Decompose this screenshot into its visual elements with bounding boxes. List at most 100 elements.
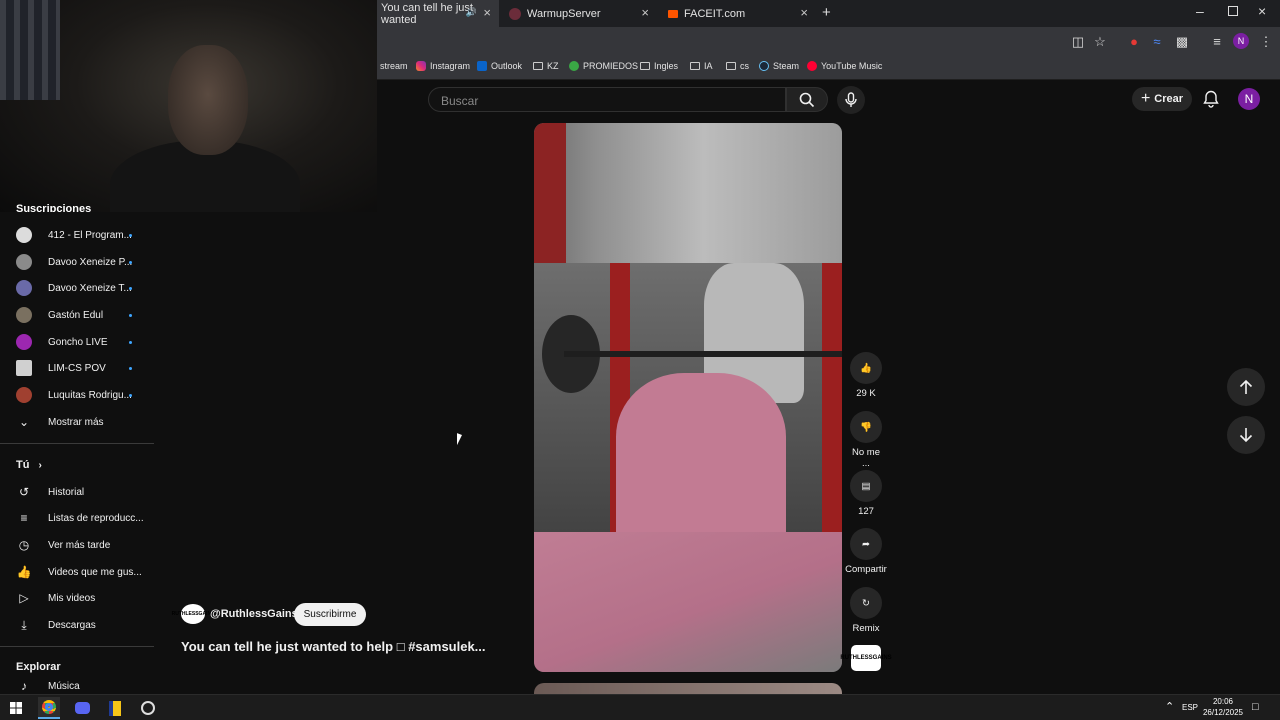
remix-label: Remix: [852, 623, 880, 634]
extension-blue-icon[interactable]: ≈: [1149, 34, 1165, 49]
tab-youtube-short[interactable]: You can tell he just wanted 🔊 ×: [377, 0, 499, 27]
close-window-icon[interactable]: ×: [1258, 3, 1266, 19]
bookmark-stream[interactable]: stream: [380, 61, 408, 71]
channel-thumbnail[interactable]: RUTHLESSGAINS: [840, 645, 892, 671]
sidebar-item-playlists[interactable]: ≡ Listas de reproducc...: [0, 505, 154, 531]
comment-icon: ▤: [850, 470, 882, 502]
previous-short-button[interactable]: [1227, 368, 1265, 406]
discord-taskbar-icon[interactable]: [71, 697, 93, 719]
close-tab-icon[interactable]: ×: [800, 5, 808, 20]
tab-warmupserver[interactable]: WarmupServer ×: [505, 0, 657, 27]
notifications-center-icon[interactable]: □: [1252, 701, 1259, 713]
like-button[interactable]: 👍 29 K: [847, 352, 885, 399]
audio-icon[interactable]: 🔊: [466, 7, 477, 18]
tray-chevron-up-icon[interactable]: ⌃: [1165, 700, 1174, 713]
short-video-player[interactable]: [534, 123, 842, 672]
video-blurred-bottom: [534, 532, 842, 672]
search-button[interactable]: [786, 87, 828, 112]
comments-button[interactable]: ▤ 127: [847, 470, 885, 517]
steam-taskbar-icon[interactable]: [137, 697, 159, 719]
you-section-title[interactable]: Tú ›: [16, 459, 42, 471]
channel-avatar: [16, 280, 32, 296]
channel-avatar: [16, 254, 32, 270]
sidebar-item-label: Gastón Edul: [48, 309, 104, 321]
channel-name[interactable]: @RuthlessGains: [210, 608, 298, 620]
new-tab-button[interactable]: +: [822, 4, 831, 21]
tab-title: WarmupServer: [527, 7, 601, 20]
video-barbell: [564, 351, 842, 357]
sidebar-item-label: Ver más tarde: [48, 539, 111, 551]
keyboard-language[interactable]: ESP: [1182, 703, 1198, 712]
bookmark-star-icon[interactable]: ☆: [1092, 34, 1108, 50]
sidebar-subscription-davoo-p[interactable]: Davoo Xeneize P...: [0, 249, 154, 275]
sidebar-item-history[interactable]: ↺ Historial: [0, 479, 154, 505]
sidebar-item-my-videos[interactable]: ▷ Mis videos: [0, 585, 154, 611]
clock-date[interactable]: 26/12/2025: [1201, 708, 1245, 717]
next-short-preview[interactable]: [534, 683, 842, 694]
bookmark-promiedos[interactable]: PROMIEDOS: [569, 61, 638, 71]
close-tab-icon[interactable]: ×: [641, 5, 649, 20]
webcam-person-face: [168, 45, 248, 155]
sidebar-item-label: Mostrar más: [48, 416, 104, 428]
chrome-taskbar-icon[interactable]: [38, 697, 60, 719]
bookmark-instagram[interactable]: Instagram: [416, 61, 470, 71]
create-button[interactable]: + Crear: [1132, 87, 1192, 111]
extension-red-icon[interactable]: ●: [1126, 34, 1142, 49]
video-blurred-top: [534, 123, 842, 263]
clock-time[interactable]: 20:06: [1203, 697, 1243, 706]
sidebar-item-downloads[interactable]: ⤓ Descargas: [0, 612, 154, 638]
next-short-button[interactable]: [1227, 416, 1265, 454]
webcam-window-blinds: [0, 0, 60, 100]
share-label: Compartir: [845, 564, 887, 575]
voice-search-button[interactable]: [837, 86, 865, 114]
new-content-dot: [129, 340, 132, 344]
bookmark-folder-ingles[interactable]: Ingles: [640, 61, 678, 71]
video-lifter: [616, 373, 786, 532]
bookmark-folder-ia[interactable]: IA: [690, 61, 713, 71]
sidebar-show-more[interactable]: ⌄ Mostrar más: [0, 409, 154, 435]
restore-window-icon[interactable]: [1228, 6, 1238, 16]
remix-button[interactable]: ↻ Remix: [847, 587, 885, 634]
tab-faceit[interactable]: FACEIT.com ×: [664, 0, 816, 27]
minimize-window-icon[interactable]: –: [1196, 3, 1204, 19]
windows-start-icon[interactable]: [5, 697, 27, 719]
close-tab-icon[interactable]: ×: [483, 5, 491, 20]
bookmark-youtube-music[interactable]: YouTube Music: [807, 61, 882, 71]
subscribe-button[interactable]: Suscribirme: [294, 603, 366, 626]
bookmark-folder-cs[interactable]: cs: [726, 61, 749, 71]
sidebar-subscription-davoo-t[interactable]: Davoo Xeneize T...: [0, 275, 154, 301]
instagram-icon: [416, 61, 426, 71]
install-app-icon[interactable]: ◫: [1070, 34, 1086, 50]
sidebar-subscription-gaston-edul[interactable]: Gastón Edul: [0, 302, 154, 328]
bookmark-outlook[interactable]: Outlook: [477, 61, 522, 71]
search-input[interactable]: Buscar: [428, 87, 786, 112]
search-icon: [799, 92, 815, 107]
account-avatar[interactable]: N: [1238, 88, 1260, 110]
channel-avatar: [16, 360, 32, 376]
short-title[interactable]: You can tell he just wanted to help □ #s…: [181, 639, 486, 654]
history-icon: ↺: [18, 485, 30, 499]
sidebar-item-music[interactable]: ♪ Música: [0, 678, 154, 694]
sidebar-subscription-luquitas[interactable]: Luquitas Rodrigu...: [0, 382, 154, 408]
sidebar-item-watch-later[interactable]: ◷ Ver más tarde: [0, 532, 154, 558]
bookmark-steam[interactable]: Steam: [759, 61, 799, 71]
plus-icon: +: [1140, 90, 1151, 107]
sidebar-subscription-412[interactable]: 412 - El Program...: [0, 222, 154, 248]
profile-avatar-icon[interactable]: N: [1233, 33, 1249, 49]
channel-avatar[interactable]: RUTHLESSGAINS: [172, 604, 214, 624]
sidebar-subscription-lim-cs[interactable]: LIM-CS POV: [0, 355, 154, 381]
file-app-taskbar-icon[interactable]: [104, 697, 126, 719]
browser-menu-icon[interactable]: ⋮: [1258, 34, 1274, 50]
faceit-favicon-icon: [668, 9, 678, 18]
dislike-button[interactable]: 👎 No me ...: [847, 411, 885, 469]
extensions-puzzle-icon[interactable]: ▩: [1174, 34, 1190, 50]
bookmark-folder-kz[interactable]: KZ: [533, 61, 559, 71]
share-button[interactable]: ➦ Compartir: [843, 528, 889, 575]
media-control-icon[interactable]: ≡: [1209, 34, 1225, 49]
sidebar-item-liked-videos[interactable]: 👍 Videos que me gus...: [0, 559, 154, 585]
sidebar-item-label: Videos que me gus...: [48, 566, 142, 578]
sidebar-subscription-goncho-live[interactable]: Goncho LIVE: [0, 329, 154, 355]
thumb-down-icon: 👎: [850, 411, 882, 443]
notifications-button[interactable]: [1200, 88, 1222, 110]
bookmark-label: Instagram: [430, 61, 471, 71]
